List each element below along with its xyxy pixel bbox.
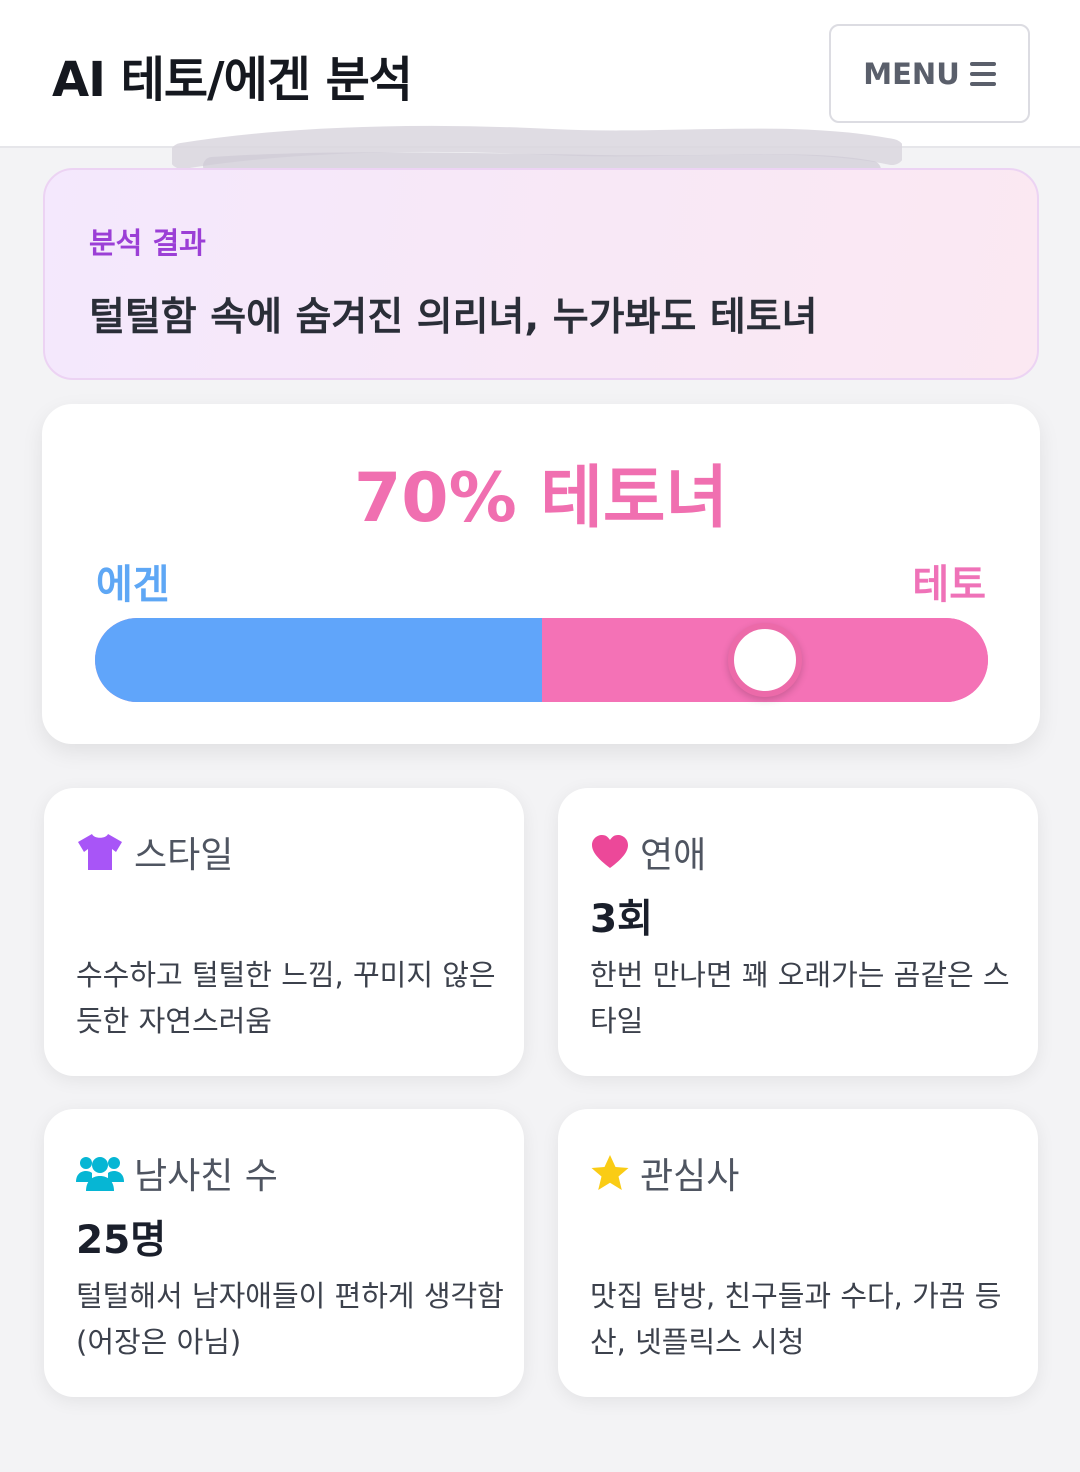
dating-card: 연애 3회 한번 만나면 꽤 오래가는 곰같은 스타일	[558, 788, 1038, 1076]
card-desc: 털털해서 남자애들이 편하게 생각함 (어장은 아님)	[76, 1279, 504, 1359]
card-title: 관심사	[640, 1156, 740, 1197]
teto-label: 테토	[912, 562, 986, 608]
card-title: 연애	[640, 835, 707, 876]
male-friends-card: 남사친 수 25명 털털해서 남자애들이 편하게 생각함 (어장은 아님)	[44, 1109, 524, 1397]
card-desc: 맛집 탐방, 친구들과 수다, 가끔 등산, 넷플릭스 시청	[590, 1279, 1002, 1359]
star-icon	[591, 1155, 629, 1190]
score-title: 70% 테토녀	[353, 459, 729, 538]
result-card: 분석 결과 털털함 속에 숨겨진 의리녀, 누가봐도 테토녀	[43, 168, 1039, 380]
score-slider-thumb	[728, 623, 802, 697]
result-label: 분석 결과	[89, 226, 206, 260]
users-icon	[76, 1157, 124, 1191]
app-title: AI 테토/에겐 분석	[52, 52, 413, 108]
teto-egen-bar	[95, 618, 988, 702]
heart-icon	[592, 835, 628, 868]
card-value: 25명	[76, 1218, 167, 1263]
egen-label: 에겐	[96, 562, 170, 608]
card-title: 남사친 수	[134, 1156, 278, 1197]
menu-label: MENU	[863, 56, 960, 91]
egen-bar-segment	[95, 618, 542, 702]
card-value: 3회	[590, 897, 654, 942]
card-title: 스타일	[134, 835, 234, 876]
menu-button[interactable]: MENU	[829, 24, 1030, 123]
card-desc: 한번 만나면 꽤 오래가는 곰같은 스타일	[590, 958, 1010, 1038]
card-desc: 수수하고 털털한 느낌, 꾸미지 않은듯한 자연스러움	[76, 958, 496, 1038]
shirt-icon	[78, 834, 122, 870]
score-card: 70% 테토녀 에겐 테토	[42, 404, 1040, 744]
hamburger-icon	[969, 61, 996, 86]
style-card: 스타일 수수하고 털털한 느낌, 꾸미지 않은듯한 자연스러움	[44, 788, 524, 1076]
result-text: 털털함 속에 숨겨진 의리녀, 누가봐도 테토녀	[89, 295, 818, 340]
interests-card: 관심사 맛집 탐방, 친구들과 수다, 가끔 등산, 넷플릭스 시청	[558, 1109, 1038, 1397]
